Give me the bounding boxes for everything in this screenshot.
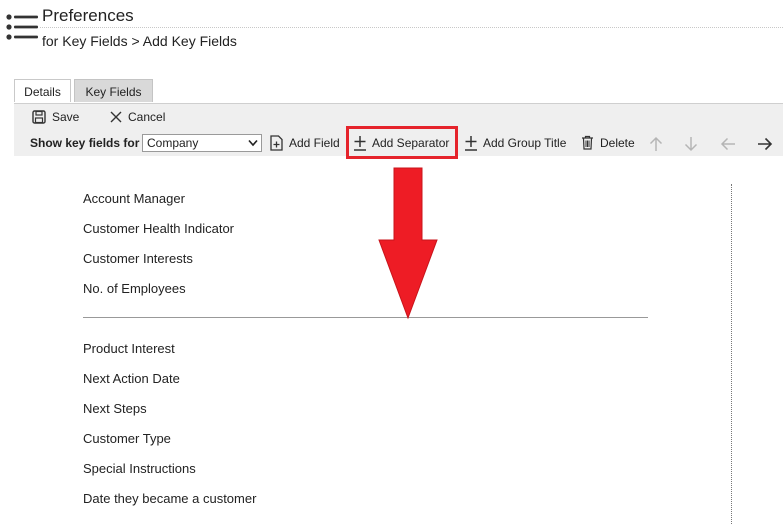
chevron-down-icon — [248, 139, 258, 147]
arrow-up-icon[interactable] — [649, 136, 663, 152]
tab-details[interactable]: Details — [14, 79, 71, 102]
cancel-label: Cancel — [128, 110, 166, 124]
close-icon — [110, 111, 122, 123]
field-separator[interactable] — [83, 317, 648, 318]
show-key-fields-label: Show key fields for — [30, 136, 140, 150]
key-field-item[interactable]: Date they became a customer — [83, 491, 256, 506]
key-field-item[interactable]: Customer Interests — [83, 251, 193, 266]
save-label: Save — [52, 110, 80, 124]
page-title: Preferences — [42, 6, 134, 25]
title-divider — [40, 27, 783, 28]
delete-label: Delete — [600, 135, 635, 150]
key-field-item[interactable]: No. of Employees — [83, 281, 186, 296]
delete-button[interactable]: Delete — [581, 135, 635, 150]
annotation-arrow-icon — [378, 167, 438, 320]
column-divider — [731, 184, 732, 524]
breadcrumb: for Key Fields > Add Key Fields — [42, 33, 237, 49]
key-field-item[interactable]: Next Action Date — [83, 371, 180, 386]
entity-select[interactable]: Company — [142, 134, 262, 152]
save-icon — [32, 110, 46, 124]
save-button[interactable]: Save — [32, 110, 79, 124]
add-document-icon — [270, 135, 283, 151]
entity-select-value: Company — [147, 136, 199, 150]
arrow-down-icon[interactable] — [684, 136, 698, 152]
arrow-right-icon[interactable] — [757, 137, 773, 151]
annotation-highlight-box — [346, 126, 458, 159]
add-group-title-button[interactable]: Add Group Title — [464, 135, 566, 151]
add-field-button[interactable]: Add Field — [270, 135, 340, 151]
tab-key-fields[interactable]: Key Fields — [74, 79, 153, 102]
cancel-button[interactable]: Cancel — [110, 110, 165, 124]
add-group-title-label: Add Group Title — [483, 136, 567, 150]
key-field-item[interactable]: Special Instructions — [83, 461, 196, 476]
plus-icon — [465, 136, 477, 151]
trash-icon — [582, 135, 593, 150]
key-field-item[interactable]: Customer Health Indicator — [83, 221, 234, 236]
key-field-item[interactable]: Next Steps — [83, 401, 147, 416]
key-field-item[interactable]: Account Manager — [83, 191, 185, 206]
list-icon[interactable] — [6, 14, 38, 42]
add-field-label: Add Field — [289, 136, 340, 150]
key-field-item[interactable]: Customer Type — [83, 431, 171, 446]
arrow-left-icon[interactable] — [720, 137, 736, 151]
key-field-item[interactable]: Product Interest — [83, 341, 175, 356]
